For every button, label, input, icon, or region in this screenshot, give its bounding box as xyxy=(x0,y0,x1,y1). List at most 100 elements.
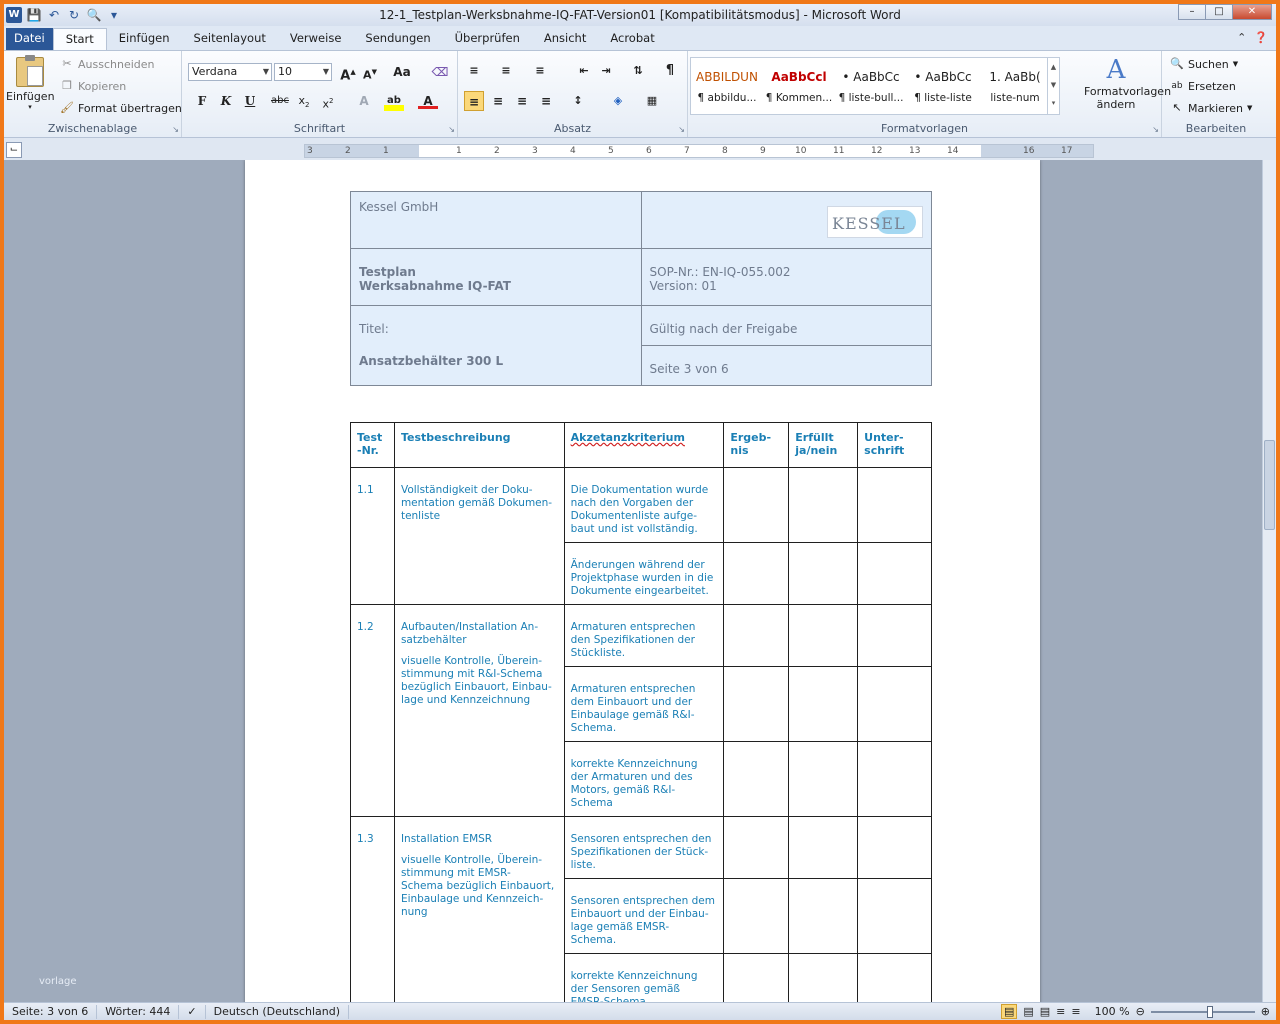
zoom-in-icon[interactable]: ⊕ xyxy=(1261,1005,1270,1018)
align-left-icon[interactable]: ≡ xyxy=(464,91,484,111)
underline-icon[interactable]: U xyxy=(240,91,260,111)
style-kommentar[interactable]: AaBbCcl ¶ Kommen... xyxy=(763,58,835,114)
sort-icon[interactable]: ⇅ xyxy=(628,61,648,81)
multilevel-list-icon[interactable]: ≡ xyxy=(530,61,550,81)
style-liste-liste[interactable]: • AaBbCc ¶ liste-liste xyxy=(907,58,979,114)
tab-insert[interactable]: Einfügen xyxy=(107,28,182,50)
close-button[interactable]: ✕ xyxy=(1232,4,1272,20)
styles-launcher-icon[interactable]: ↘ xyxy=(1152,125,1159,134)
paragraph-launcher-icon[interactable]: ↘ xyxy=(678,125,685,134)
status-page[interactable]: Seite: 3 von 6 xyxy=(4,1004,98,1019)
tab-selector[interactable]: ⌙ xyxy=(6,142,22,158)
result-cell[interactable] xyxy=(723,816,790,879)
tab-mailings[interactable]: Sendungen xyxy=(353,28,442,50)
zoom-out-icon[interactable]: ⊖ xyxy=(1136,1005,1145,1018)
signature-cell[interactable] xyxy=(857,953,932,1002)
fulfilled-cell[interactable] xyxy=(788,666,859,742)
maximize-button[interactable]: □ xyxy=(1205,4,1233,20)
paste-button[interactable]: Einfügen ▾ xyxy=(6,55,55,119)
result-cell[interactable] xyxy=(723,542,790,605)
zoom-slider-knob[interactable] xyxy=(1206,1005,1213,1018)
signature-cell[interactable] xyxy=(857,604,932,667)
shrink-font-icon[interactable]: A▼ xyxy=(360,62,380,82)
grow-font-icon[interactable]: A▲ xyxy=(338,62,358,83)
result-cell[interactable] xyxy=(723,878,790,954)
document-page[interactable]: Kessel GmbH KESSEL Testplan Werksabnahme… xyxy=(245,160,1040,1002)
outline-icon[interactable]: ≡ xyxy=(1056,1005,1065,1018)
borders-icon[interactable]: ▦ xyxy=(642,91,662,111)
signature-cell[interactable] xyxy=(857,878,932,954)
draft-icon[interactable]: ≡ xyxy=(1071,1005,1080,1018)
fulfilled-cell[interactable] xyxy=(788,953,859,1002)
tab-acrobat[interactable]: Acrobat xyxy=(598,28,666,50)
signature-cell[interactable] xyxy=(857,816,932,879)
minimize-button[interactable]: – xyxy=(1178,4,1206,20)
clipboard-launcher-icon[interactable]: ↘ xyxy=(172,125,179,134)
change-case-icon[interactable]: Aa xyxy=(392,62,412,82)
horizontal-ruler[interactable]: 3 2 1 1 2 3 4 5 6 7 8 9 10 11 12 13 14 1… xyxy=(304,144,1094,158)
text-effects-icon[interactable]: A xyxy=(354,91,374,111)
line-spacing-icon[interactable]: ↕ xyxy=(568,91,588,111)
result-cell[interactable] xyxy=(723,666,790,742)
subscript-icon[interactable]: x2 xyxy=(294,91,314,111)
cut-button[interactable]: ✂ Ausschneiden xyxy=(60,57,154,71)
fulfilled-cell[interactable] xyxy=(788,542,859,605)
fulfilled-cell[interactable] xyxy=(788,741,859,817)
signature-cell[interactable] xyxy=(857,467,932,543)
print-layout-icon[interactable]: ▤ xyxy=(1000,1004,1018,1019)
zoom-level[interactable]: 100 % xyxy=(1095,1005,1130,1018)
status-language[interactable]: Deutsch (Deutschland) xyxy=(206,1004,349,1019)
bullet-list-icon[interactable]: ≡ xyxy=(464,61,484,81)
font-name-combo[interactable]: Verdana ▼ xyxy=(188,63,272,81)
align-right-icon[interactable]: ≡ xyxy=(512,91,532,111)
help-icon[interactable]: ❓ xyxy=(1254,31,1268,44)
decrease-indent-icon[interactable]: ⇤ xyxy=(574,61,594,81)
tab-page-layout[interactable]: Seitenlayout xyxy=(182,28,278,50)
result-cell[interactable] xyxy=(723,604,790,667)
highlight-icon[interactable]: ab xyxy=(384,91,404,111)
result-cell[interactable] xyxy=(723,467,790,543)
style-abbildung[interactable]: ABBILDUN ¶ abbildu... xyxy=(691,58,763,114)
bold-icon[interactable]: F xyxy=(192,91,212,111)
full-screen-icon[interactable]: ▤ xyxy=(1023,1005,1033,1018)
style-liste-num[interactable]: 1. AaBb( liste-num xyxy=(979,58,1051,114)
styles-scroll[interactable]: ▲ ▼ ▾ xyxy=(1047,58,1059,114)
redo-icon[interactable]: ↻ xyxy=(66,7,82,23)
spellcheck-icon[interactable]: ✓ xyxy=(179,1004,206,1019)
signature-cell[interactable] xyxy=(857,741,932,817)
customize-qat-icon[interactable]: ▾ xyxy=(106,7,122,23)
save-icon[interactable]: 💾 xyxy=(26,7,42,23)
fulfilled-cell[interactable] xyxy=(788,878,859,954)
result-cell[interactable] xyxy=(723,741,790,817)
minimize-ribbon-icon[interactable]: ⌃ xyxy=(1237,31,1246,44)
justify-icon[interactable]: ≡ xyxy=(536,91,556,111)
shading-icon[interactable]: ◈ xyxy=(608,91,628,111)
zoom-slider[interactable] xyxy=(1150,1005,1255,1018)
copy-button[interactable]: ❐ Kopieren xyxy=(60,79,126,93)
vertical-scrollbar[interactable] xyxy=(1262,160,1276,1002)
print-preview-icon[interactable]: 🔍 xyxy=(86,7,102,23)
tab-view[interactable]: Ansicht xyxy=(532,28,598,50)
fulfilled-cell[interactable] xyxy=(788,816,859,879)
clear-format-icon[interactable]: ⌫ xyxy=(430,62,450,82)
web-layout-icon[interactable]: ▤ xyxy=(1040,1005,1050,1018)
align-center-icon[interactable]: ≡ xyxy=(488,91,508,111)
replace-button[interactable]: ab Ersetzen xyxy=(1170,79,1235,93)
font-launcher-icon[interactable]: ↘ xyxy=(448,125,455,134)
tab-review[interactable]: Überprüfen xyxy=(443,28,532,50)
superscript-icon[interactable]: x2 xyxy=(318,91,338,111)
scrollbar-thumb[interactable] xyxy=(1264,440,1275,530)
increase-indent-icon[interactable]: ⇥ xyxy=(596,61,616,81)
word-app-icon[interactable]: W xyxy=(6,7,22,23)
fulfilled-cell[interactable] xyxy=(788,467,859,543)
font-size-combo[interactable]: 10 ▼ xyxy=(274,63,332,81)
status-words[interactable]: Wörter: 444 xyxy=(97,1004,180,1019)
change-styles-button[interactable]: A Formatvorlagen ändern xyxy=(1074,55,1171,111)
select-button[interactable]: ↖ Markieren ▼ xyxy=(1170,101,1252,115)
strikethrough-icon[interactable]: abc xyxy=(270,91,290,111)
pilcrow-icon[interactable]: ¶ xyxy=(660,61,680,81)
tab-references[interactable]: Verweise xyxy=(278,28,354,50)
fulfilled-cell[interactable] xyxy=(788,604,859,667)
find-button[interactable]: 🔍 Suchen ▼ xyxy=(1170,57,1238,71)
numbered-list-icon[interactable]: ≡ xyxy=(496,61,516,81)
